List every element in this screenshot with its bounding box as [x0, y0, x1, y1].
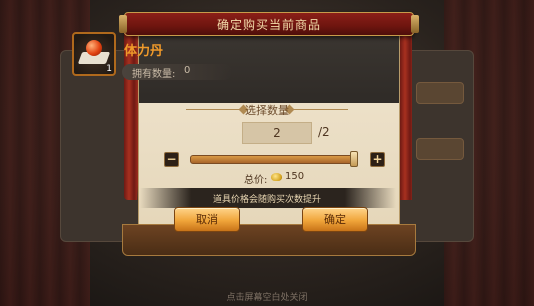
- price-increase-notice: 道具价格会随购买次数提升: [212, 195, 321, 205]
- item-stack-count: 1: [106, 64, 112, 74]
- total-price-label: 总价:: [244, 175, 268, 186]
- dialog-bottom-frame: [122, 224, 416, 256]
- quantity-max: /2: [318, 125, 330, 139]
- quantity-slider[interactable]: [190, 155, 358, 164]
- background-button: [416, 82, 464, 104]
- close-hint: 点击屏幕空白处关闭: [226, 293, 308, 303]
- owned-value: 0: [184, 65, 191, 76]
- quantity-input[interactable]: 2: [242, 122, 312, 144]
- title-banner: 确定购买当前商品: [119, 12, 419, 36]
- confirm-button[interactable]: 确定: [302, 207, 368, 232]
- slider-handle[interactable]: [350, 151, 358, 167]
- background-button: [416, 138, 464, 160]
- item-name: 体力丹: [124, 44, 164, 59]
- owned-label: 拥有数量:: [132, 69, 176, 80]
- owned-quantity-bar: 拥有数量: 0: [122, 64, 232, 80]
- quantity-title: 选择数量: [245, 104, 289, 117]
- gold-ingot-icon: [271, 173, 282, 181]
- cancel-button[interactable]: 取消: [174, 207, 240, 232]
- total-price-value: 150: [285, 171, 305, 182]
- decrease-button[interactable]: −: [164, 152, 179, 167]
- item-icon[interactable]: 1: [72, 32, 116, 76]
- increase-button[interactable]: +: [370, 152, 385, 167]
- dialog-title: 确定购买当前商品: [216, 18, 321, 32]
- red-orb-icon: [86, 40, 102, 56]
